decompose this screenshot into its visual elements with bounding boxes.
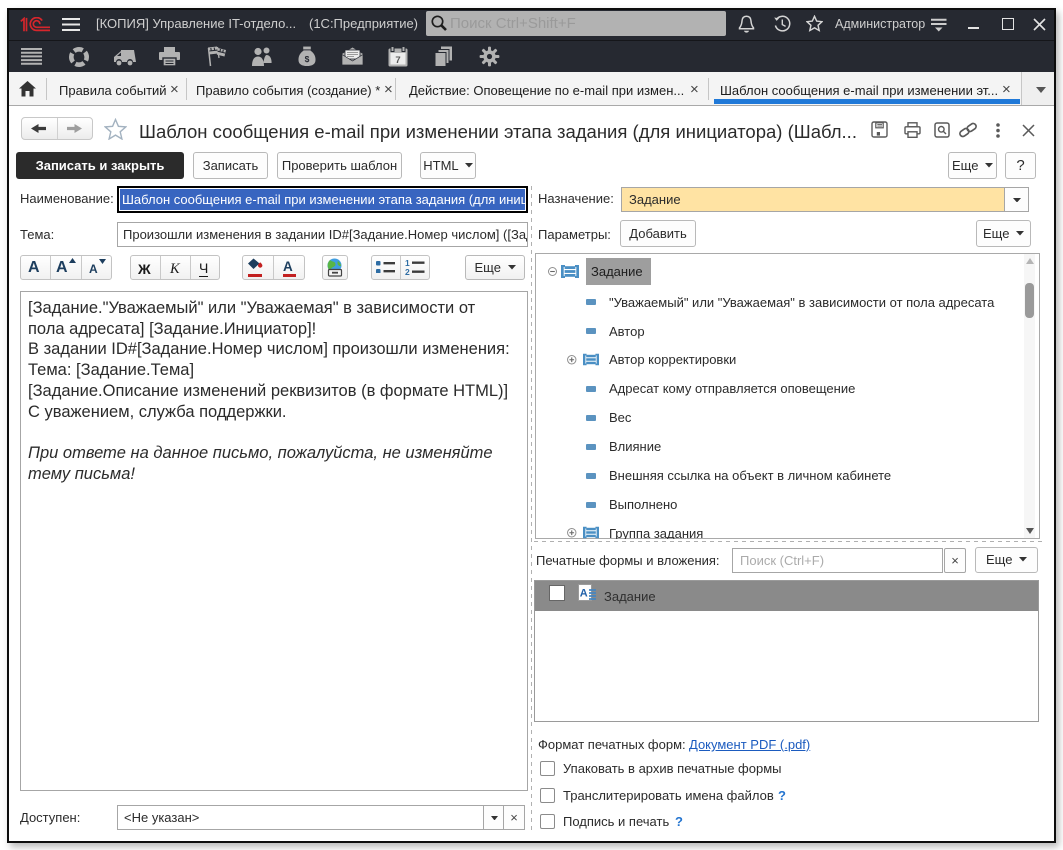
svg-text:2: 2 (405, 267, 410, 275)
svg-text:$: $ (305, 54, 310, 64)
svg-text:7: 7 (395, 55, 400, 66)
svg-text:А: А (580, 588, 588, 600)
